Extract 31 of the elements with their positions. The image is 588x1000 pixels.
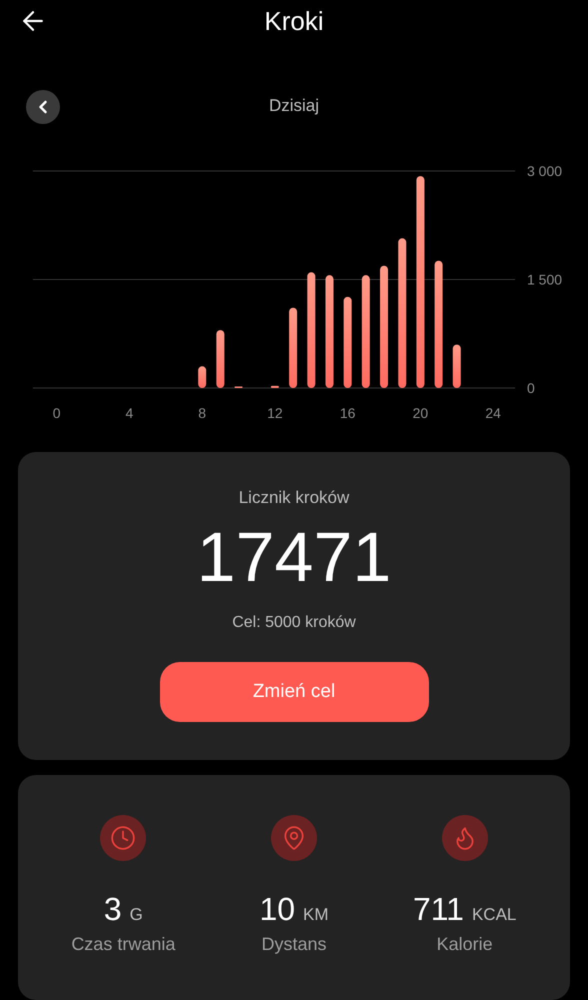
change-goal-button[interactable]: Zmień cel [160, 662, 428, 722]
stat-unit: G [130, 904, 143, 925]
period-label: Dzisiaj [268, 96, 320, 116]
stat-label: Kalorie [436, 934, 493, 955]
step-bar [198, 366, 206, 388]
stat-unit: KM [303, 904, 329, 925]
x-tick-label: 0 [52, 404, 61, 421]
step-count: 17471 [196, 522, 392, 592]
x-tick-label: 8 [198, 404, 206, 421]
stat-value: 10 [259, 890, 296, 928]
x-tick-label: 16 [340, 404, 356, 421]
stat-value: 3 [104, 890, 122, 928]
stat-label: Czas trwania [71, 934, 176, 955]
y-tick-label: 0 [527, 380, 535, 396]
x-tick-label: 24 [485, 404, 501, 421]
step-bar [216, 330, 224, 388]
x-tick-label: 4 [126, 404, 134, 421]
x-tick-label: 20 [412, 404, 428, 421]
card-title: Licznik kroków [238, 488, 350, 508]
x-tick-label: 12 [267, 404, 283, 421]
step-bar [452, 344, 461, 388]
goal-text: Cel: 5000 kroków [232, 614, 356, 632]
page-title: Kroki [264, 6, 324, 37]
y-tick-label: 3 000 [527, 162, 562, 179]
location-pin-icon [271, 814, 317, 861]
step-bar [270, 386, 279, 388]
y-tick-label: 1 500 [527, 271, 562, 288]
stat-value: 711 [412, 890, 464, 928]
previous-day-button[interactable] [26, 90, 60, 124]
stat-unit: KCAL [472, 904, 516, 925]
stat-label: Dystans [261, 934, 327, 955]
